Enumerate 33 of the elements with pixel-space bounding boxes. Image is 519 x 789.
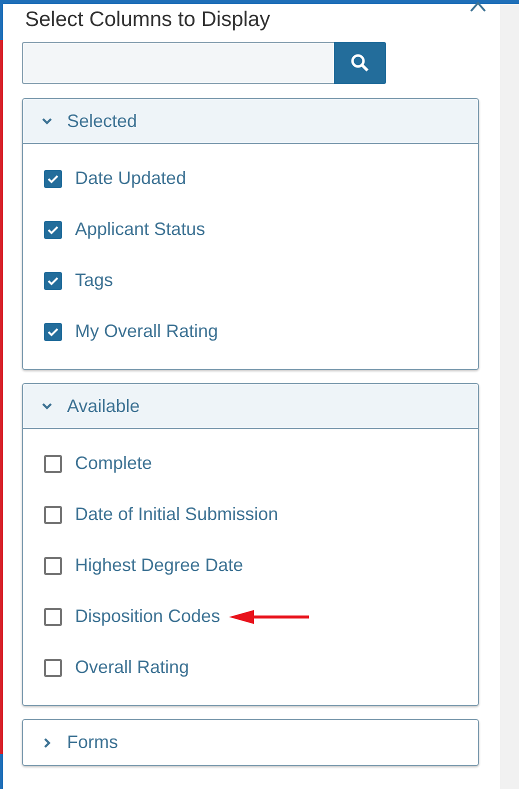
close-icon[interactable] bbox=[470, 0, 486, 12]
chevron-down-icon bbox=[41, 115, 53, 127]
column-label: Applicant Status bbox=[75, 219, 206, 240]
checkbox[interactable] bbox=[44, 170, 62, 188]
checkbox[interactable] bbox=[44, 608, 62, 626]
checkbox[interactable] bbox=[44, 506, 62, 524]
group-header[interactable]: Available bbox=[23, 384, 478, 429]
checkbox[interactable] bbox=[44, 322, 62, 340]
check-icon bbox=[47, 224, 59, 234]
search-field[interactable] bbox=[22, 42, 334, 84]
column-label: Complete bbox=[75, 453, 152, 474]
column-label: Tags bbox=[75, 270, 114, 291]
chevron-right-icon bbox=[41, 736, 53, 748]
checkbox[interactable] bbox=[44, 454, 62, 472]
chevron-down-icon bbox=[41, 400, 53, 412]
search-icon bbox=[350, 53, 370, 73]
column-label: Overall Rating bbox=[75, 657, 190, 678]
check-icon bbox=[47, 174, 59, 184]
checkbox[interactable] bbox=[44, 658, 62, 676]
column-label: Date of Initial Submission bbox=[75, 504, 278, 525]
column-label: My Overall Rating bbox=[75, 321, 218, 342]
check-icon bbox=[47, 276, 59, 286]
checkbox[interactable] bbox=[44, 272, 62, 290]
column-label: Disposition Codes bbox=[75, 606, 220, 627]
column-label: Date Updated bbox=[75, 168, 186, 189]
group-header[interactable]: Forms bbox=[23, 720, 478, 765]
column-label: Highest Degree Date bbox=[75, 555, 244, 576]
check-icon bbox=[47, 326, 59, 336]
checkbox[interactable] bbox=[44, 220, 62, 238]
search-button[interactable] bbox=[334, 42, 386, 84]
group-header[interactable]: Selected bbox=[23, 99, 478, 144]
panel-title: Select Columns to Display bbox=[25, 8, 272, 33]
checkbox[interactable] bbox=[44, 556, 62, 574]
